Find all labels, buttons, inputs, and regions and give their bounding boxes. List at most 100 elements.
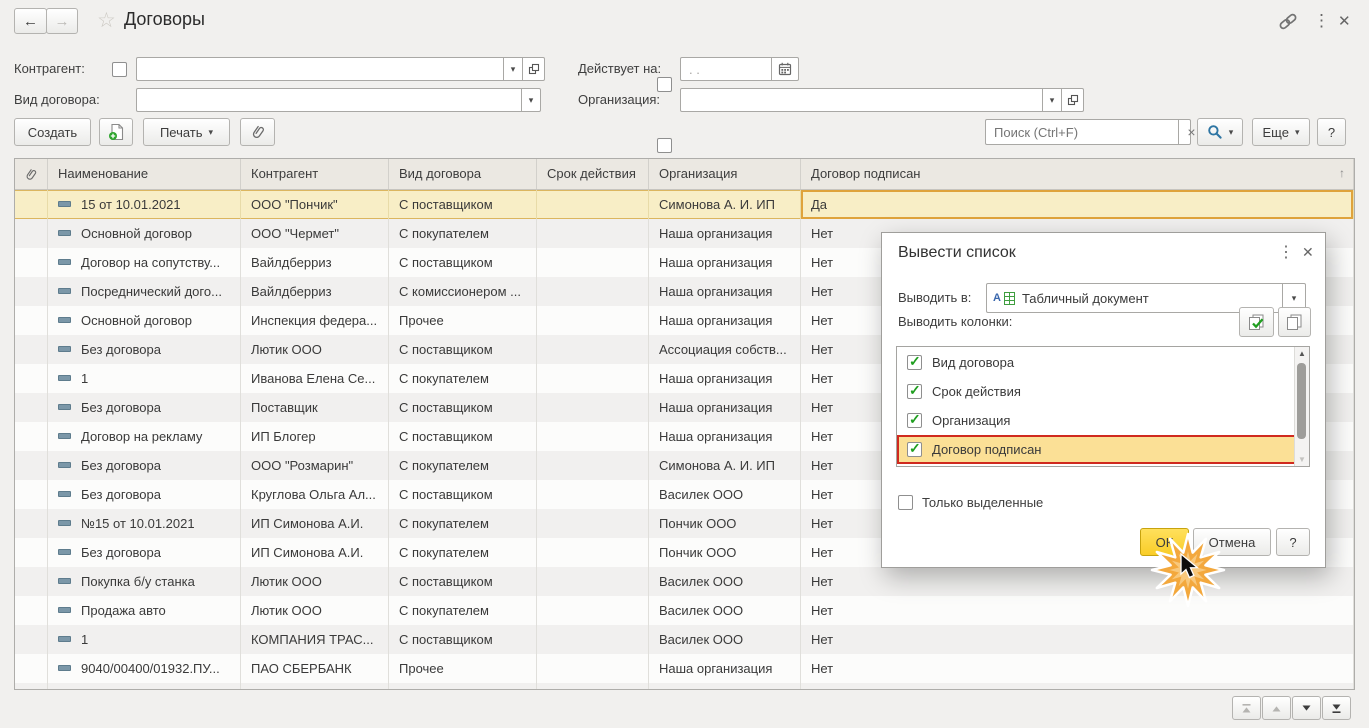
term-cell[interactable] <box>537 596 649 625</box>
term-cell[interactable] <box>537 625 649 654</box>
name-cell[interactable]: Покупка б/у станка <box>48 567 241 596</box>
attachment-cell[interactable] <box>15 625 48 654</box>
listbox-scrollbar[interactable]: ▲ ▼ <box>1294 347 1309 466</box>
contract-type-cell[interactable]: С комиссионером ... <box>389 277 537 306</box>
name-cell[interactable]: Договор на сопутству... <box>48 248 241 277</box>
column-option-checkbox[interactable] <box>907 355 922 370</box>
valid-on-date-field[interactable]: . . <box>680 57 799 81</box>
column-option-checkbox[interactable] <box>907 413 922 428</box>
counterparty-field[interactable]: ▾ <box>136 57 545 81</box>
organization-cell[interactable]: Наша организация <box>649 277 801 306</box>
name-cell[interactable]: Основной договор <box>48 306 241 335</box>
contract-type-cell[interactable]: С поставщиком <box>389 393 537 422</box>
term-cell[interactable] <box>537 451 649 480</box>
contract-type-field[interactable]: ▾ <box>136 88 541 112</box>
counterparty-cell[interactable]: ООО "Розмарин" <box>241 451 389 480</box>
column-header[interactable]: Срок действия <box>537 159 649 189</box>
name-cell[interactable]: Основной договор <box>48 219 241 248</box>
organization-field[interactable]: ▾ <box>680 88 1084 112</box>
counterparty-cell[interactable]: Лютик ООО <box>241 335 389 364</box>
contract-type-cell[interactable]: С поставщиком <box>389 248 537 277</box>
organization-cell[interactable]: Наша организация <box>649 364 801 393</box>
term-cell[interactable] <box>537 654 649 683</box>
term-cell[interactable] <box>537 538 649 567</box>
term-cell[interactable] <box>537 567 649 596</box>
counterparty-cell[interactable]: ООО "Пончик" <box>241 190 389 219</box>
help-button[interactable]: ? <box>1317 118 1346 146</box>
dialog-help-button[interactable]: ? <box>1276 528 1310 556</box>
term-cell[interactable] <box>537 364 649 393</box>
name-cell[interactable]: 1 <box>48 625 241 654</box>
go-last-button[interactable] <box>1322 696 1351 720</box>
name-cell[interactable]: Без договора <box>48 538 241 567</box>
dialog-close-icon[interactable]: ✕ <box>1302 244 1314 261</box>
signed-cell[interactable]: Нет <box>801 654 1354 683</box>
column-option-row[interactable]: Вид договора <box>897 348 1309 377</box>
uncheck-all-button[interactable] <box>1278 307 1311 337</box>
table-row[interactable]: 1КОМПАНИЯ ТРАС...С поставщикомВасилек ОО… <box>15 625 1354 654</box>
term-cell[interactable] <box>537 480 649 509</box>
term-cell[interactable] <box>537 422 649 451</box>
counterparty-cell[interactable]: Лютик ООО <box>241 596 389 625</box>
column-header[interactable]: Наименование <box>48 159 241 189</box>
attachment-cell[interactable] <box>15 509 48 538</box>
term-cell[interactable] <box>537 335 649 364</box>
counterparty-cell[interactable]: Вайлдберриз <box>241 277 389 306</box>
search-box[interactable]: × <box>985 119 1191 145</box>
contract-type-cell[interactable]: С поставщиком <box>389 190 537 219</box>
window-menu-icon[interactable]: ⋮ <box>1313 11 1330 31</box>
attachments-button[interactable] <box>240 118 275 146</box>
attachment-cell[interactable] <box>15 480 48 509</box>
dialog-menu-icon[interactable]: ⋮ <box>1278 242 1294 262</box>
scrollbar-thumb[interactable] <box>1297 363 1306 439</box>
table-header[interactable]: Наименование Контрагент Вид договора Сро… <box>15 159 1354 190</box>
contract-type-cell[interactable]: С поставщиком <box>389 335 537 364</box>
counterparty-cell[interactable]: Поставщик <box>241 393 389 422</box>
attachment-cell[interactable] <box>15 277 48 306</box>
organization-cell[interactable]: Пончик ООО <box>649 509 801 538</box>
organization-cell[interactable]: Пончик ООО <box>649 538 801 567</box>
contract-type-cell[interactable]: С покупателем <box>389 538 537 567</box>
create-button[interactable]: Создать <box>14 118 91 146</box>
organization-cell[interactable]: Василек ООО <box>649 625 801 654</box>
name-cell[interactable]: Без договора <box>48 480 241 509</box>
attachment-cell[interactable] <box>15 567 48 596</box>
organization-dropdown-button[interactable]: ▾ <box>1042 89 1061 111</box>
counterparty-cell[interactable]: Лютик ООО <box>241 567 389 596</box>
signed-cell[interactable]: Нет <box>801 683 1354 690</box>
scroll-up-icon[interactable]: ▲ <box>1295 349 1309 358</box>
term-cell[interactable] <box>537 306 649 335</box>
name-cell[interactable]: Договор на рекламу <box>48 422 241 451</box>
contract-type-cell[interactable]: С покупателем <box>389 683 537 690</box>
counterparty-cell[interactable]: КОМПАНИЯ ТРАС... <box>241 625 389 654</box>
contract-type-cell[interactable]: С покупателем <box>389 451 537 480</box>
contract-type-cell[interactable]: С покупателем <box>389 364 537 393</box>
organization-choose-button[interactable] <box>1061 89 1083 111</box>
attachment-cell[interactable] <box>15 538 48 567</box>
organization-cell[interactable]: Наша организация <box>649 393 801 422</box>
organization-cell[interactable]: Наша организация <box>649 248 801 277</box>
scroll-down-icon[interactable]: ▼ <box>1295 455 1309 464</box>
more-button[interactable]: Еще ▾ <box>1252 118 1310 146</box>
term-cell[interactable] <box>537 219 649 248</box>
name-cell[interactable]: 9040/00400/01932.ПУ... <box>48 654 241 683</box>
attachment-cell[interactable] <box>15 335 48 364</box>
column-header[interactable]: Договор подписан ↑ <box>801 159 1354 189</box>
organization-cell[interactable]: Василек ООО <box>649 567 801 596</box>
contract-type-cell[interactable]: С поставщиком <box>389 422 537 451</box>
organization-filter-checkbox[interactable] <box>657 138 672 153</box>
organization-cell[interactable]: Наша организация <box>649 306 801 335</box>
search-input[interactable] <box>986 120 1178 144</box>
name-cell[interactable]: Без договора <box>48 451 241 480</box>
only-selected-checkbox[interactable] <box>898 495 913 510</box>
table-row[interactable]: 15 от 10.01.2021ООО "Пончик"С поставщико… <box>15 190 1354 219</box>
counterparty-cell[interactable]: Иванова Елена Се... <box>241 364 389 393</box>
counterparty-cell[interactable]: ИП Блогер <box>241 422 389 451</box>
column-option-row[interactable]: Договор подписан <box>897 435 1309 464</box>
counterparty-filter-checkbox[interactable] <box>112 62 127 77</box>
get-link-icon[interactable] <box>1277 13 1299 30</box>
go-up-button[interactable] <box>1262 696 1291 720</box>
counterparty-dropdown-button[interactable]: ▾ <box>503 58 522 80</box>
organization-cell[interactable]: Наша организация <box>649 422 801 451</box>
contract-type-cell[interactable]: С покупателем <box>389 509 537 538</box>
